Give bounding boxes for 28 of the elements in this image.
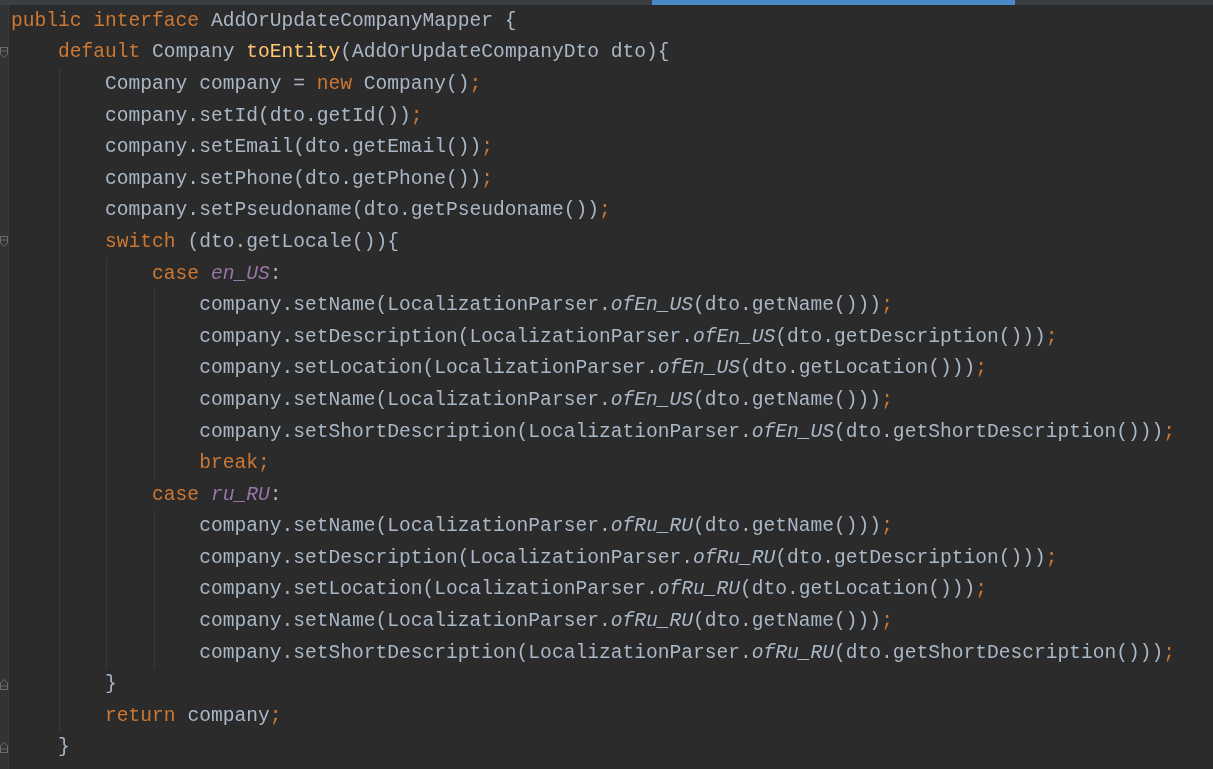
- fold-icon[interactable]: [0, 678, 8, 690]
- code-line: company.setLocation(LocalizationParser.ofRu_RU(dto.getLocation()));: [198, 578, 987, 601]
- code-line: company.setEmail(dto.getEmail());: [104, 136, 494, 159]
- code-line: Company company = new Company();: [104, 73, 482, 95]
- code-line: company.setPhone(dto.getPhone());: [104, 167, 494, 190]
- code-line: company.setShortDescription(LocalizationParser.ofEn_US(dto.getShortDescription()));: [198, 420, 1176, 443]
- code-line: company.setName(LocalizationParser.ofEn_US(dto.getName()));: [198, 294, 893, 317]
- code-line: company.setDescription(LocalizationParser.ofRu_RU(dto.getDescription()));: [198, 546, 1058, 569]
- code-line: return company;: [104, 704, 282, 727]
- code-line: case ru_RU:: [151, 483, 282, 506]
- fold-icon[interactable]: [0, 236, 8, 248]
- code-line: company.setLocation(LocalizationParser.ofEn_US(dto.getLocation()));: [198, 357, 987, 380]
- fold-icon[interactable]: [0, 741, 8, 753]
- code-line: company.setPseudoname(dto.getPseudoname());: [104, 199, 611, 222]
- code-line: switch (dto.getLocale()){: [104, 230, 400, 253]
- code-line: company.setId(dto.getId());: [104, 104, 423, 127]
- code-line: }: [104, 673, 117, 696]
- code-line: public interface AddOrUpdateCompanyMapper {: [11, 9, 517, 32]
- code-line: break;: [198, 452, 270, 475]
- code-line: }: [57, 736, 70, 759]
- code-line: company.setShortDescription(LocalizationParser.ofRu_RU(dto.getShortDescription()));: [198, 641, 1176, 664]
- code-line: case en_US:: [151, 262, 282, 285]
- code-line: company.setName(LocalizationParser.ofRu_RU(dto.getName()));: [198, 610, 893, 633]
- fold-icon[interactable]: [0, 46, 8, 58]
- code-line: default Company toEntity(AddOrUpdateCompanyDto dto){: [57, 41, 670, 64]
- code-line: company.setName(LocalizationParser.ofRu_RU(dto.getName()));: [198, 515, 893, 538]
- code-line: company.setDescription(LocalizationParser.ofEn_US(dto.getDescription()));: [198, 325, 1058, 348]
- code-line: company.setName(LocalizationParser.ofEn_US(dto.getName()));: [198, 388, 893, 411]
